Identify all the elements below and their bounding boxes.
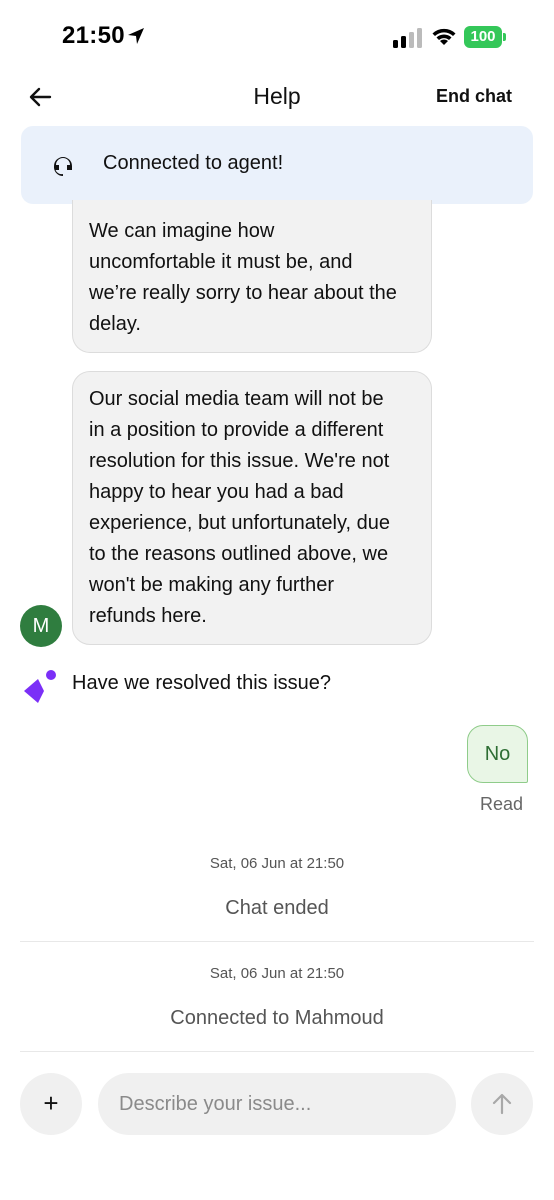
message-line: We can imagine how xyxy=(89,220,275,242)
location-arrow-icon xyxy=(128,28,144,44)
message-input[interactable] xyxy=(98,1073,456,1135)
message-line: to the reasons outlined above, we xyxy=(89,543,389,565)
message-line: experience, but unfortunately, due xyxy=(89,512,390,534)
divider xyxy=(20,1051,534,1052)
message-line: resolution for this issue. We're not xyxy=(89,450,390,472)
message-line: Our social media team will not be xyxy=(89,388,384,410)
message-line: happy to hear you had a bad xyxy=(89,481,344,503)
message-line: delay. xyxy=(89,313,141,335)
agent-message-bubble: Our social media team will not be in a p… xyxy=(72,371,432,645)
message-line: won't be making any further xyxy=(89,574,335,596)
header: Help End chat xyxy=(0,76,554,120)
banner-text: Connected to agent! xyxy=(103,152,284,174)
connected-banner: Connected to agent! xyxy=(21,126,533,204)
agent-message-bubble: We can imagine how uncomfortable it must… xyxy=(72,200,432,353)
status-time: 21:50 xyxy=(62,22,125,49)
add-attachment-button[interactable]: + xyxy=(20,1073,82,1135)
message-line: uncomfortable it must be, and xyxy=(89,251,353,273)
send-button[interactable] xyxy=(471,1073,533,1135)
send-arrow-icon xyxy=(492,1093,512,1115)
cellular-signal-icon xyxy=(393,28,422,48)
status-bar: 21:50 100 xyxy=(0,0,554,76)
system-message: Connected to Mahmoud xyxy=(170,1007,384,1029)
bot-question: Have we resolved this issue? xyxy=(72,672,332,694)
headset-agent-icon xyxy=(54,157,72,177)
user-reply-bubble: No xyxy=(467,725,528,783)
system-message: Chat ended xyxy=(225,897,329,919)
end-chat-button[interactable]: End chat xyxy=(436,86,512,107)
sparkle-assistant-icon xyxy=(24,670,56,703)
agent-avatar: M xyxy=(20,605,62,647)
wifi-icon xyxy=(432,28,456,45)
battery-cap xyxy=(503,33,506,41)
message-line: in a position to provide a different xyxy=(89,419,384,441)
divider xyxy=(20,941,534,942)
battery-level: 100 xyxy=(470,28,496,45)
system-timestamp: Sat, 06 Jun at 21:50 xyxy=(209,965,345,982)
message-line: we’re really sorry to hear about the xyxy=(89,282,397,304)
system-timestamp: Sat, 06 Jun at 21:50 xyxy=(209,855,345,872)
battery-icon: 100 xyxy=(464,26,502,48)
message-line: refunds here. xyxy=(89,605,207,627)
read-receipt: Read xyxy=(479,794,523,814)
